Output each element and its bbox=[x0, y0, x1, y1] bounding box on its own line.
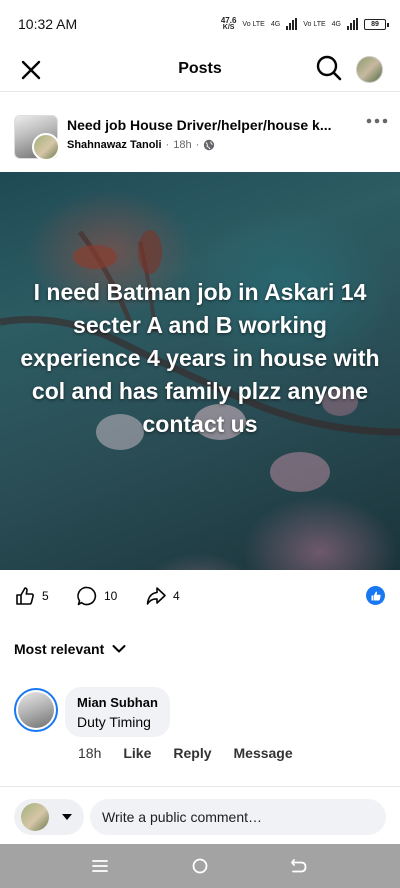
comment-count: 10 bbox=[104, 589, 118, 603]
post-title[interactable]: Need job House Driver/helper/house k... bbox=[67, 117, 347, 133]
comment-composer bbox=[0, 786, 400, 844]
caret-down-icon bbox=[62, 814, 72, 820]
post-image[interactable]: I need Batman job in Askari 14 secter A … bbox=[0, 172, 400, 570]
comment-sort-dropdown[interactable]: Most relevant bbox=[14, 641, 126, 657]
header-divider bbox=[0, 91, 400, 92]
post-meta: Shahnawaz Tanoli · 18h · bbox=[67, 139, 215, 151]
reaction-bar: 5 10 4 bbox=[0, 578, 400, 614]
sim2-indicator: Vo LTE bbox=[303, 21, 325, 28]
like-button[interactable]: 5 bbox=[14, 585, 49, 607]
sim1-gen-label: 4G bbox=[270, 20, 281, 28]
thumbs-up-icon bbox=[371, 591, 381, 600]
app-header: Posts bbox=[0, 48, 400, 90]
profile-avatar[interactable] bbox=[356, 56, 383, 83]
post-author[interactable]: Shahnawaz Tanoli bbox=[67, 139, 162, 151]
signal-icon bbox=[286, 18, 298, 30]
globe-icon bbox=[204, 139, 215, 151]
home-icon[interactable] bbox=[190, 856, 210, 876]
sim1-gen-indicator: 4G bbox=[271, 21, 280, 28]
sort-label: Most relevant bbox=[14, 641, 105, 657]
author-avatar[interactable] bbox=[32, 133, 60, 161]
comment-like-button[interactable]: Like bbox=[123, 745, 151, 761]
post-image-text: I need Batman job in Askari 14 secter A … bbox=[20, 279, 380, 437]
share-button[interactable]: 4 bbox=[145, 585, 180, 607]
comment-message-button[interactable]: Message bbox=[234, 745, 293, 761]
status-icons: 47.6 K/S Vo LTE 4G Vo LTE 4G 89 bbox=[220, 16, 389, 32]
thumbs-up-icon bbox=[16, 587, 34, 605]
share-icon bbox=[146, 587, 166, 605]
sim1-indicator: Vo LTE bbox=[242, 21, 264, 28]
meta-separator: · bbox=[165, 139, 170, 151]
meta-separator: · bbox=[195, 139, 200, 151]
share-count: 4 bbox=[173, 589, 180, 603]
system-nav-bar bbox=[0, 844, 400, 888]
more-options-icon[interactable] bbox=[364, 111, 390, 131]
network-speed: 47.6 K/S bbox=[220, 16, 237, 32]
composer-avatar bbox=[21, 803, 49, 831]
back-icon[interactable] bbox=[289, 856, 309, 876]
commenter-avatar[interactable] bbox=[14, 688, 58, 732]
menu-icon[interactable] bbox=[90, 856, 110, 876]
like-count: 5 bbox=[42, 589, 49, 603]
status-time: 10:32 AM bbox=[18, 16, 78, 32]
like-reaction-badge[interactable] bbox=[366, 586, 385, 605]
commenter-name[interactable]: Mian Subhan bbox=[77, 695, 158, 710]
comment-time: 18h bbox=[78, 745, 102, 761]
battery-icon: 89 bbox=[364, 18, 389, 30]
identity-switcher[interactable] bbox=[14, 799, 84, 835]
comment-text: Duty Timing bbox=[77, 714, 151, 730]
sim2-label: Vo LTE bbox=[303, 20, 326, 28]
comment-actions: 18h Like Reply Message bbox=[78, 745, 293, 761]
signal-icon bbox=[347, 18, 358, 30]
network-speed-value: 47.6 bbox=[220, 16, 237, 25]
post-header: Need job House Driver/helper/house k... … bbox=[0, 105, 400, 165]
sim1-label: Vo LTE bbox=[242, 20, 265, 28]
battery-level: 89 bbox=[371, 20, 379, 28]
close-icon[interactable] bbox=[18, 57, 44, 83]
comment-bubble[interactable]: Mian Subhan Duty Timing bbox=[65, 687, 170, 737]
comment-icon bbox=[77, 586, 97, 606]
sim2-gen-indicator: 4G bbox=[332, 21, 341, 28]
sim2-gen-label: 4G bbox=[331, 20, 341, 28]
comment-reply-button[interactable]: Reply bbox=[173, 745, 211, 761]
comment-item: Mian Subhan Duty Timing 18h Like Reply M… bbox=[0, 686, 400, 776]
status-bar: 10:32 AM 47.6 K/S Vo LTE 4G Vo LTE 4G 89 bbox=[0, 0, 400, 48]
page-title: Posts bbox=[178, 60, 222, 77]
search-icon[interactable] bbox=[315, 54, 343, 82]
post-time[interactable]: 18h bbox=[173, 139, 191, 151]
network-speed-unit: K/S bbox=[222, 24, 235, 31]
comment-button[interactable]: 10 bbox=[76, 585, 117, 607]
comment-input[interactable] bbox=[90, 799, 386, 835]
chevron-down-icon bbox=[112, 645, 126, 653]
